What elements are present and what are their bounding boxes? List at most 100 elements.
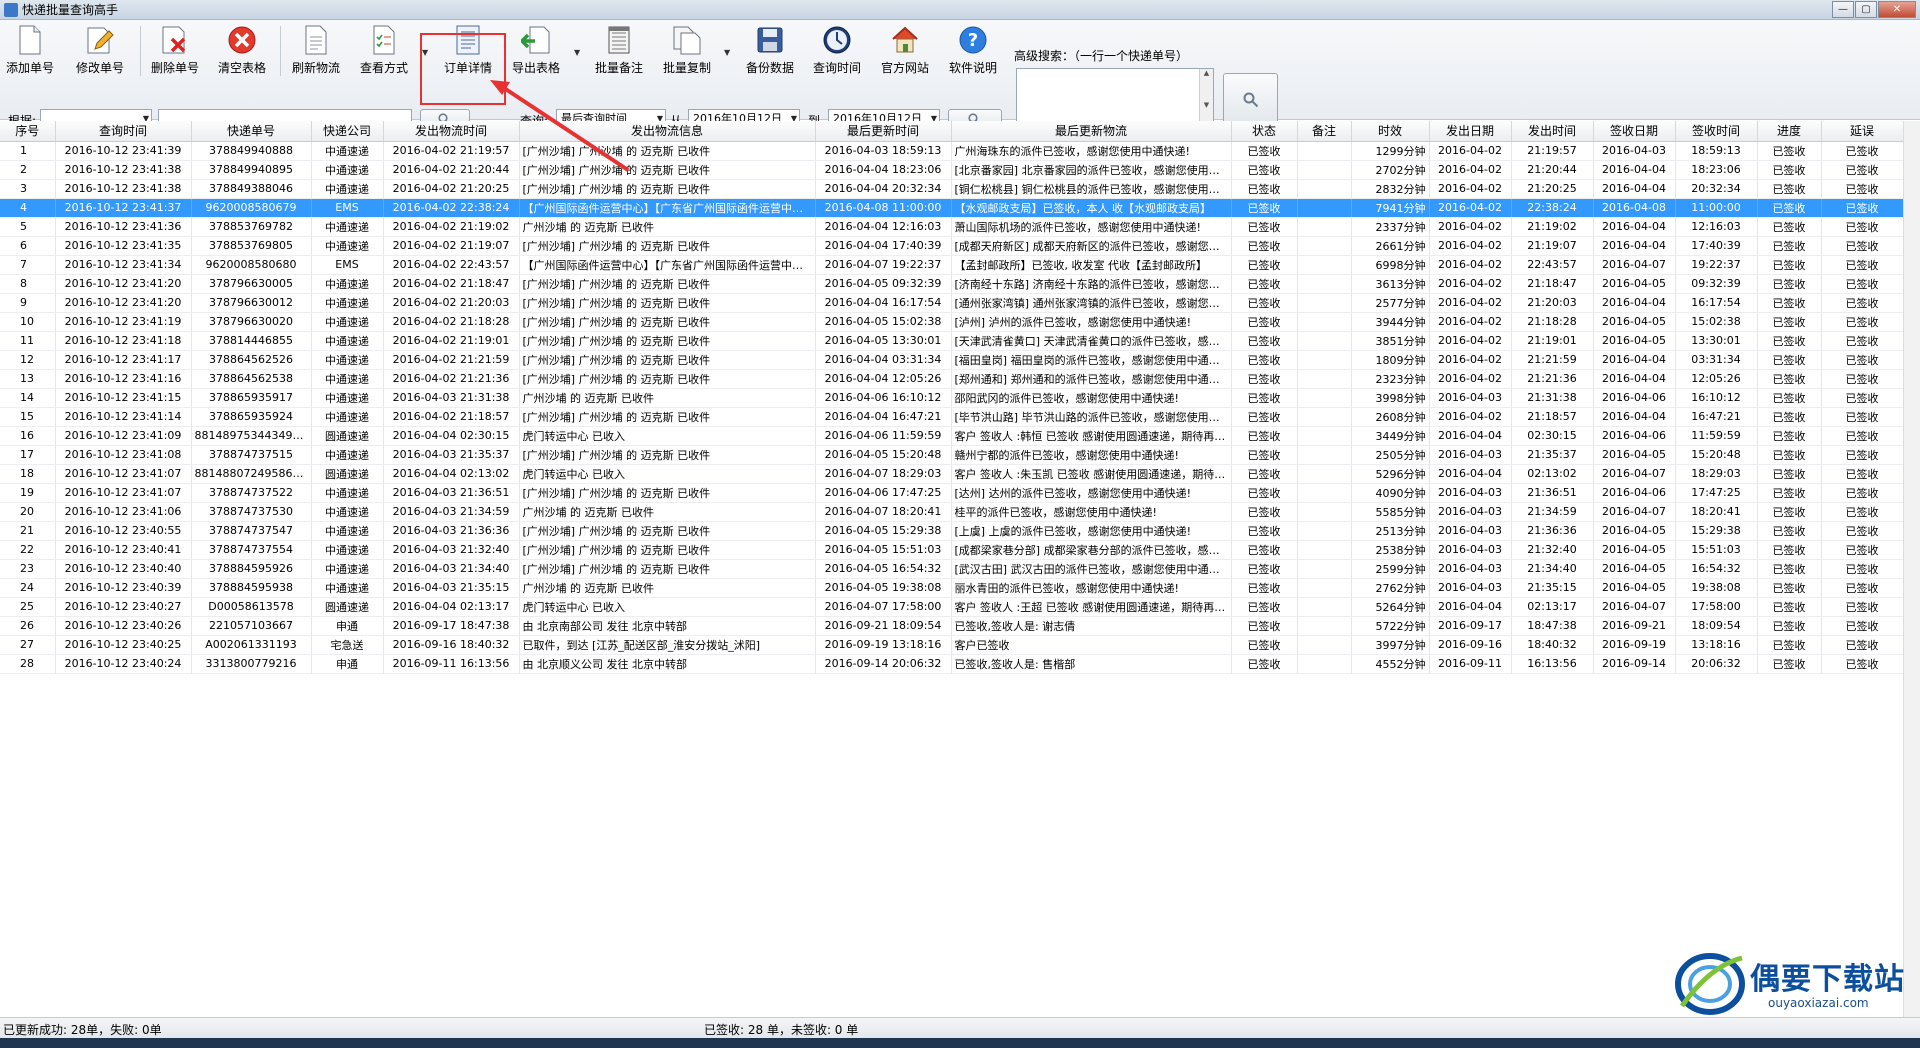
column-header[interactable]: 时效 — [1351, 121, 1430, 142]
table-cell: 21:34:59 — [1511, 502, 1594, 522]
table-cell: [广州沙埔] 广州沙埔 的 迈克斯 已收件 — [519, 350, 816, 370]
table-row[interactable]: 12 2016-10-12 23:41:17 378864562526 中通速递 201… — [0, 350, 1904, 370]
table-cell: 5585分钟 — [1351, 502, 1430, 522]
advanced-search-button[interactable] — [1223, 73, 1278, 126]
table-row[interactable]: 19 2016-10-12 23:41:07 378874737522 中通速递 201… — [0, 483, 1904, 503]
table-cell: 已签收 — [1821, 179, 1904, 199]
table-row[interactable]: 24 2016-10-12 23:40:39 378884595938 中通速递 201… — [0, 578, 1904, 598]
table-cell: 2016-04-02 — [1429, 350, 1512, 370]
table-cell: 中通速递 — [311, 407, 384, 427]
table-cell: 5 — [0, 217, 56, 237]
refresh-logistics-button[interactable]: 刷新物流 — [288, 24, 344, 78]
table-row[interactable]: 23 2016-10-12 23:40:40 378884595926 中通速递 201… — [0, 559, 1904, 579]
column-header[interactable]: 发出物流信息 — [519, 121, 816, 142]
table-cell: 2016-10-12 23:41:06 — [55, 502, 192, 522]
toolbar-separator — [280, 26, 281, 76]
column-header[interactable]: 最后更新时间 — [815, 121, 952, 142]
table-row[interactable]: 3 2016-10-12 23:41:38 378849388046 中通速递 2016… — [0, 179, 1904, 199]
batch-remark-button[interactable]: 批量备注 — [590, 24, 648, 78]
status-bar: 已更新成功: 28单，失败: 0单 已签收: 28 单，未签收: 0 单 — [0, 1017, 1920, 1038]
table-cell: 21:34:40 — [1511, 559, 1594, 579]
table-scrollbar[interactable] — [1903, 121, 1920, 1017]
column-header[interactable]: 最后更新物流 — [951, 121, 1232, 142]
table-cell: 2016-04-02 21:21:59 — [383, 350, 520, 370]
column-header[interactable]: 延误 — [1821, 121, 1904, 142]
official-website-button[interactable]: 官方网站 — [876, 24, 934, 78]
copy-dropdown-icon[interactable]: ▼ — [724, 48, 730, 57]
column-header[interactable]: 备注 — [1297, 121, 1352, 142]
svg-text:?: ? — [968, 30, 978, 51]
column-header[interactable]: 快递公司 — [311, 121, 384, 142]
column-header[interactable]: 发出时间 — [1511, 121, 1594, 142]
table-row[interactable]: 26 2016-10-12 23:40:26 221057103667 申通 2016-… — [0, 616, 1904, 636]
table-cell: 2016-10-12 23:41:16 — [55, 369, 192, 389]
table-row[interactable]: 10 2016-10-12 23:41:19 378796630020 中通速递 201… — [0, 312, 1904, 332]
add-number-button[interactable]: 添加单号 — [4, 24, 56, 78]
column-header[interactable]: 签收时间 — [1675, 121, 1758, 142]
table-cell: 2016-10-12 23:41:18 — [55, 331, 192, 351]
table-row[interactable]: 18 2016-10-12 23:41:07 881488072495867754 圆… — [0, 464, 1904, 484]
table-cell: 已签收 — [1757, 255, 1822, 275]
batch-copy-button[interactable]: 批量复制 — [658, 24, 716, 78]
table-cell: 2016-04-07 19:22:37 — [815, 255, 952, 275]
sign-status: 已签收: 28 单，未签收: 0 单 — [704, 1023, 859, 1037]
query-time-button[interactable]: 查询时间 — [808, 24, 866, 78]
table-row[interactable]: 28 2016-10-12 23:40:24 3313800779216 申通 2016… — [0, 654, 1904, 674]
table-cell: 2016-04-04 — [1593, 293, 1676, 313]
table-row[interactable]: 2 2016-10-12 23:41:38 378849940895 中通速递 2016… — [0, 160, 1904, 180]
table-cell: 宅急送 — [311, 635, 384, 655]
column-header[interactable]: 查询时间 — [55, 121, 192, 142]
column-header[interactable]: 序号 — [0, 121, 56, 142]
backup-data-button[interactable]: 备份数据 — [742, 24, 798, 78]
export-table-label: 导出表格 — [511, 61, 560, 75]
table-row[interactable]: 13 2016-10-12 23:41:16 378864562538 中通速递 201… — [0, 369, 1904, 389]
minimize-button[interactable]: — — [1832, 1, 1854, 18]
table-cell: 16 — [0, 426, 56, 446]
column-header[interactable]: 发出物流时间 — [383, 121, 520, 142]
table-row[interactable]: 7 2016-10-12 23:41:34 9620008580680 EMS 2016… — [0, 255, 1904, 275]
table-cell: 虎门转运中心 已收入 — [519, 464, 816, 484]
table-row[interactable]: 22 2016-10-12 23:40:41 378874737554 中通速递 201… — [0, 540, 1904, 560]
table-cell: 已签收 — [1231, 350, 1298, 370]
table-row[interactable]: 21 2016-10-12 23:40:55 378874737547 中通速递 201… — [0, 521, 1904, 541]
table-row[interactable]: 4 2016-10-12 23:41:37 9620008580679 EMS 2016… — [0, 198, 1904, 218]
view-mode-button[interactable]: 查看方式 — [356, 24, 412, 78]
maximize-button[interactable]: ▢ — [1855, 1, 1877, 18]
table-row[interactable]: 11 2016-10-12 23:41:18 378814446855 中通速递 201… — [0, 331, 1904, 351]
table-cell: 2016-04-03 21:34:59 — [383, 502, 520, 522]
table-row[interactable]: 8 2016-10-12 23:41:20 378796630005 中通速递 2016… — [0, 274, 1904, 294]
advanced-search-scrollbar[interactable]: ▲ ▼ — [1199, 69, 1213, 129]
table-row[interactable]: 15 2016-10-12 23:41:14 378865935924 中通速递 201… — [0, 407, 1904, 427]
table-row[interactable]: 17 2016-10-12 23:41:08 378874737515 中通速递 201… — [0, 445, 1904, 465]
clear-table-button[interactable]: 清空表格 — [214, 24, 270, 78]
table-cell: 2016-04-02 — [1429, 369, 1512, 389]
table-row[interactable]: 6 2016-10-12 23:41:35 378853769805 中通速递 2016… — [0, 236, 1904, 256]
table-row[interactable]: 14 2016-10-12 23:41:15 378865935917 中通速递 201… — [0, 388, 1904, 408]
table-row[interactable]: 27 2016-10-12 23:40:25 A002061331193 宅急送 201… — [0, 635, 1904, 655]
export-table-button[interactable]: 导出表格 — [508, 24, 564, 78]
table-cell: 21:18:47 — [1511, 274, 1594, 294]
table-cell: [广州沙埔] 广州沙埔 的 迈克斯 已收件 — [519, 445, 816, 465]
table-cell: 2016-09-16 — [1429, 635, 1512, 655]
table-cell: 378853769805 — [191, 236, 312, 256]
delete-number-button[interactable]: 删除单号 — [148, 24, 202, 78]
column-header[interactable]: 状态 — [1231, 121, 1298, 142]
table-row[interactable]: 25 2016-10-12 23:40:27 D00058613578 圆通速递 201… — [0, 597, 1904, 617]
table-cell: 已签收 — [1757, 483, 1822, 503]
column-header[interactable]: 快递单号 — [191, 121, 312, 142]
column-header[interactable]: 进度 — [1757, 121, 1822, 142]
table-row[interactable]: 5 2016-10-12 23:41:36 378853769782 中通速递 2016… — [0, 217, 1904, 237]
table-row[interactable]: 9 2016-10-12 23:41:20 378796630012 中通速递 2016… — [0, 293, 1904, 313]
column-header[interactable]: 签收日期 — [1593, 121, 1676, 142]
table-row[interactable]: 1 2016-10-12 23:41:39 378849940888 中通速递 2016… — [0, 141, 1904, 161]
table-cell: 已签收 — [1231, 179, 1298, 199]
table-row[interactable]: 20 2016-10-12 23:41:06 378874737530 中通速递 201… — [0, 502, 1904, 522]
software-help-button[interactable]: ? 软件说明 — [944, 24, 1002, 78]
export-dropdown-icon[interactable]: ▼ — [574, 48, 580, 57]
column-header[interactable]: 发出日期 — [1429, 121, 1512, 142]
table-cell: 已签收 — [1821, 293, 1904, 313]
table-row[interactable]: 16 2016-10-12 23:41:09 881489753443493017 圆… — [0, 426, 1904, 446]
table-cell: 2016-10-12 23:40:55 — [55, 521, 192, 541]
close-button[interactable]: ✕ — [1878, 1, 1916, 18]
edit-number-button[interactable]: 修改单号 — [72, 24, 128, 78]
